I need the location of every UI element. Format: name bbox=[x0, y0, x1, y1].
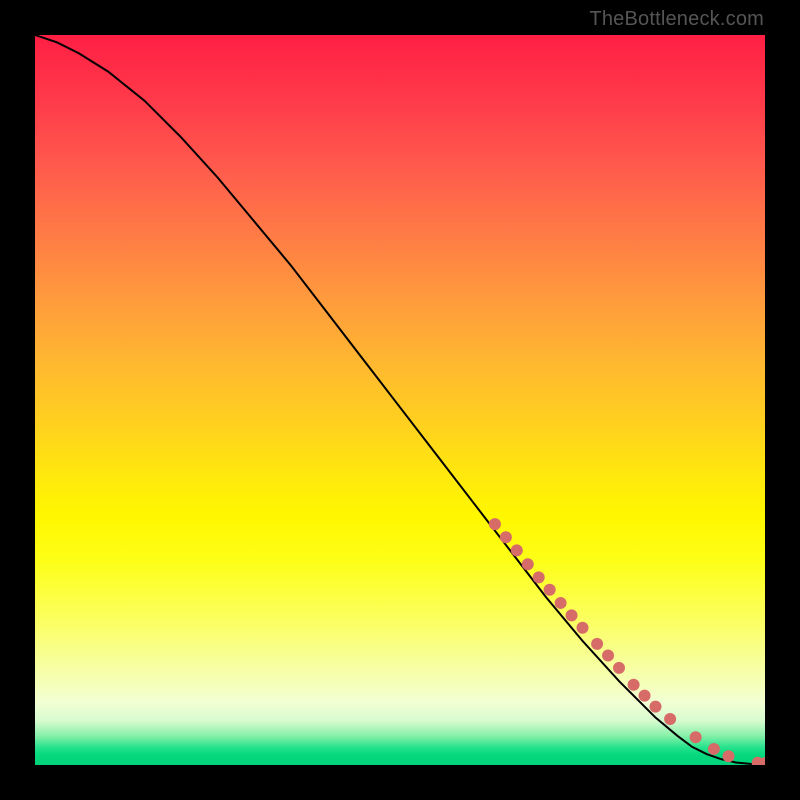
plot-area bbox=[35, 35, 765, 765]
chart-frame: TheBottleneck.com bbox=[0, 0, 800, 800]
data-marker bbox=[500, 531, 512, 543]
attribution-label: TheBottleneck.com bbox=[589, 8, 764, 31]
data-marker bbox=[628, 679, 640, 691]
data-marker bbox=[613, 662, 625, 674]
data-marker bbox=[650, 701, 662, 713]
data-marker bbox=[489, 518, 501, 530]
data-marker bbox=[690, 731, 702, 743]
data-marker bbox=[522, 558, 534, 570]
data-marker bbox=[639, 690, 651, 702]
curve-line bbox=[35, 35, 765, 764]
data-marker bbox=[602, 650, 614, 662]
data-marker bbox=[723, 750, 735, 762]
data-marker bbox=[544, 584, 556, 596]
data-marker bbox=[577, 622, 589, 634]
data-marker bbox=[555, 597, 567, 609]
curve-line-group bbox=[35, 35, 765, 764]
data-marker bbox=[566, 609, 578, 621]
data-marker bbox=[708, 743, 720, 755]
chart-svg bbox=[35, 35, 765, 765]
data-marker bbox=[664, 713, 676, 725]
data-marker bbox=[533, 571, 545, 583]
marker-group bbox=[489, 518, 765, 765]
data-marker bbox=[511, 544, 523, 556]
data-marker bbox=[591, 638, 603, 650]
